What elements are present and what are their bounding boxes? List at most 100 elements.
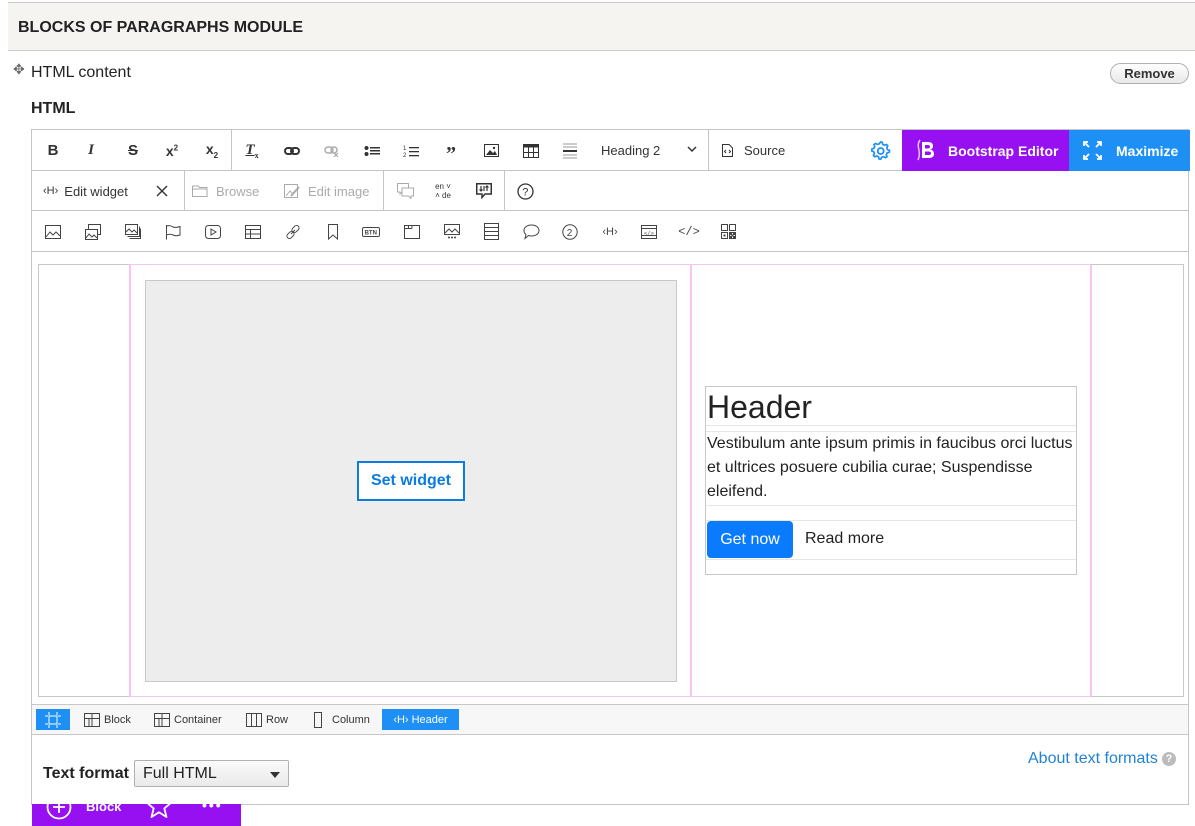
widget-list-group-button[interactable] (478, 211, 504, 252)
widget-image-button[interactable] (40, 211, 66, 252)
widget-code-button[interactable]: </> (676, 211, 702, 252)
drag-handle-icon[interactable]: ✥ (13, 62, 27, 76)
widget-tab-button[interactable] (399, 211, 425, 252)
get-now-button[interactable]: Get now (707, 521, 793, 558)
divider (706, 505, 1076, 506)
path-item-label: Container (174, 713, 222, 726)
gear-icon (871, 140, 891, 160)
source-button[interactable]: Source (709, 130, 829, 171)
widget-header-button[interactable]: ‹H› (597, 211, 623, 252)
header-widget[interactable]: Header Vestibulum ante ipsum primis in f… (705, 386, 1077, 575)
strikethrough-button[interactable]: S (118, 130, 148, 171)
blockquote-button[interactable]: ” (436, 130, 466, 171)
bootstrap-logo-icon (917, 139, 934, 161)
path-item-header[interactable]: ‹H› Header (382, 709, 459, 730)
header-text[interactable]: Vestibulum ante ipsum primis in faucibus… (707, 432, 1077, 504)
separator (383, 171, 384, 211)
comments-button[interactable] (390, 171, 420, 211)
subscript-icon: x2 (205, 141, 219, 160)
widget-link-button[interactable] (280, 211, 306, 252)
sort-comment-icon (476, 183, 492, 199)
widget-carousel-button[interactable] (439, 211, 465, 252)
edit-widget-button[interactable]: ‹H› Edit widget (38, 171, 148, 211)
widget-placeholder: Set widget (145, 280, 677, 682)
text-part-language-button[interactable] (469, 171, 499, 211)
widget-image-stack-button[interactable] (120, 211, 146, 252)
link-button[interactable] (277, 130, 307, 171)
widget-button-button[interactable]: BTN (358, 211, 384, 252)
header-icon: ‹H› (393, 713, 409, 726)
path-item-column[interactable]: Column (314, 709, 370, 730)
column-icon (314, 711, 322, 728)
settings-button[interactable] (866, 130, 896, 171)
widget-video-button[interactable] (200, 211, 226, 252)
maximize-label: Maximize (1116, 142, 1179, 159)
path-item-label: Header (411, 713, 448, 726)
subscript-button[interactable]: x2 (197, 130, 227, 171)
help-circle-icon: ? (516, 182, 534, 200)
text-format-value: Full HTML (143, 765, 217, 782)
bold-button[interactable]: B (38, 130, 68, 171)
svg-text:?: ? (522, 186, 528, 198)
language-from: en ˅ (435, 182, 451, 191)
set-widget-button[interactable]: Set widget (357, 461, 465, 501)
widget-table-button[interactable] (240, 211, 266, 252)
container-icon (154, 712, 170, 727)
widget-bookmark-button[interactable] (320, 211, 346, 252)
header-title[interactable]: Header (707, 389, 812, 425)
row-icon (246, 712, 262, 727)
table-icon (523, 143, 539, 158)
widget-badge-button[interactable]: 2 (557, 211, 583, 252)
image-icon (45, 224, 61, 239)
bold-icon: B (47, 142, 59, 159)
speech-bubble-icon (522, 223, 540, 240)
svg-text:</>: </> (644, 230, 654, 237)
element-path-bar: Block Container Row Column ‹H› Header (32, 704, 1188, 735)
remove-button[interactable]: Remove (1110, 63, 1189, 84)
source-label: Source (744, 143, 786, 158)
column-outline (1090, 265, 1092, 696)
widget-image-gallery-button[interactable] (80, 211, 106, 252)
superscript-button[interactable]: x2 (157, 130, 187, 171)
widget-popover-button[interactable] (518, 211, 544, 252)
qr-grid-icon (720, 224, 736, 239)
bootstrap-editor-label: Bootstrap Editor (948, 142, 1059, 159)
maximize-button[interactable]: Maximize (1069, 130, 1190, 171)
bulleted-list-button[interactable] (357, 130, 387, 171)
bootstrap-editor-button[interactable]: Bootstrap Editor (902, 130, 1069, 171)
heading-select[interactable]: Heading 2 (592, 130, 708, 171)
image-button[interactable] (476, 130, 506, 171)
numbered-list-button[interactable]: 12 (396, 130, 426, 171)
editor-canvas[interactable]: Set widget Header Vestibulum ante ipsum … (32, 252, 1188, 826)
image-stack-icon (125, 223, 141, 239)
read-more-link[interactable]: Read more (805, 530, 884, 548)
widget-code-block-button[interactable]: </> (636, 211, 662, 252)
image-icon (483, 144, 499, 157)
dropdown-arrow-icon (270, 772, 280, 778)
widget-grid-button[interactable] (715, 211, 741, 252)
table-button[interactable] (516, 130, 546, 171)
horizontal-line-button[interactable] (555, 130, 585, 171)
path-item-select-all[interactable] (36, 709, 70, 730)
path-item-block[interactable]: Block (84, 709, 131, 730)
italic-button[interactable]: I (76, 130, 106, 171)
widget-flag-button[interactable] (160, 211, 186, 252)
about-text-formats-link[interactable]: About text formats (1028, 750, 1158, 768)
numbered-list-icon: 12 (403, 146, 419, 158)
close-icon (156, 185, 168, 197)
close-widget-button[interactable] (149, 171, 175, 211)
language-button[interactable]: en ˅ ˄ de (428, 171, 458, 211)
browse-button[interactable]: Browse (192, 171, 270, 211)
remove-format-button[interactable]: Tx (237, 130, 267, 171)
path-item-row[interactable]: Row (246, 709, 288, 730)
path-item-container[interactable]: Container (154, 709, 222, 730)
help-icon[interactable]: ? (1162, 752, 1176, 766)
tab-icon (404, 224, 420, 239)
help-button[interactable]: ? (510, 171, 540, 211)
panel-title: Blocks of paragraphs module (18, 19, 304, 36)
text-format-select[interactable]: Full HTML (134, 760, 289, 787)
code-icon: </> (678, 224, 700, 239)
unlink-button[interactable] (317, 130, 347, 171)
edit-image-button[interactable]: Edit image (284, 171, 376, 211)
language-to: ˄ de (435, 191, 451, 200)
